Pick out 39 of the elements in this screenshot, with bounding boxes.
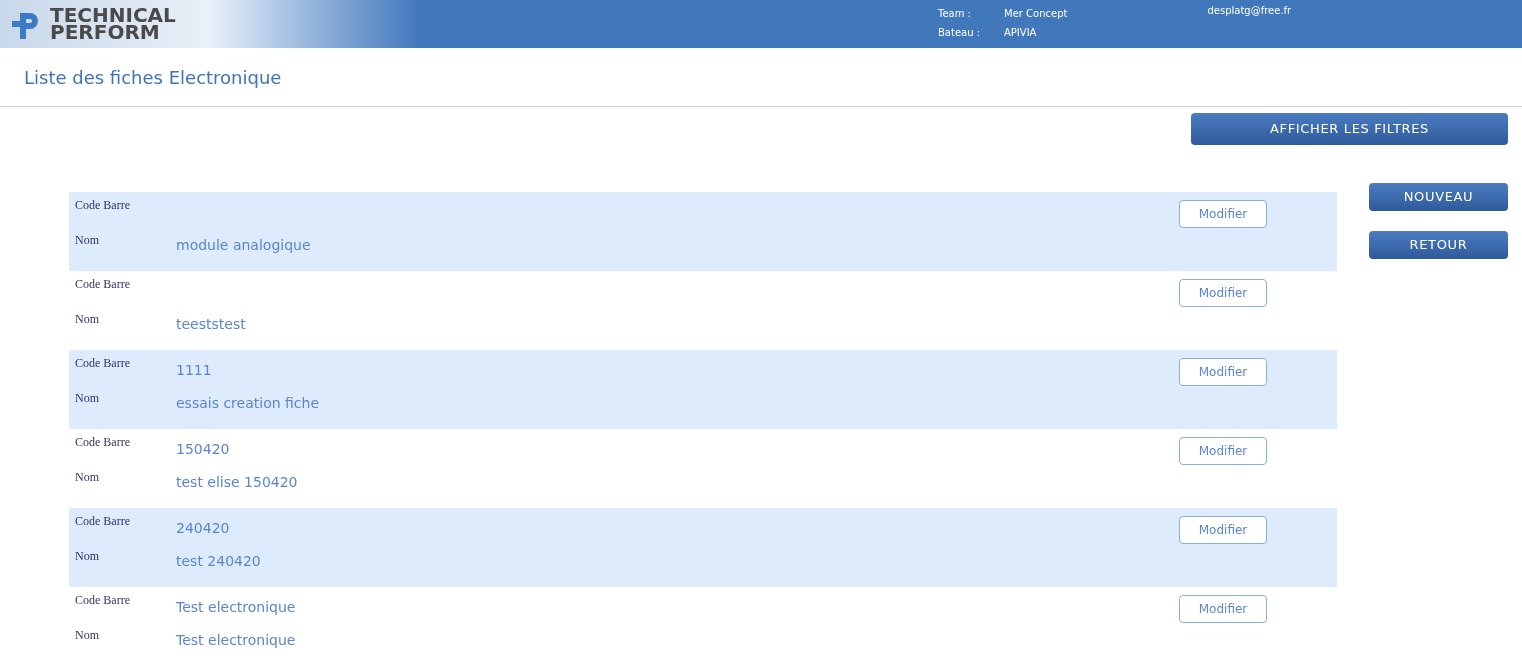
field-label: Nom <box>75 469 100 486</box>
barcode-value: 1111 <box>176 361 213 380</box>
barcode-value: 240420 <box>176 519 231 538</box>
field-label: Nom <box>75 548 100 565</box>
new-button[interactable]: NOUVEAU <box>1369 183 1508 211</box>
field-label: Nom <box>75 232 100 249</box>
name-value: essais creation fiche <box>176 394 321 413</box>
logo-text: PERFORM <box>50 24 160 41</box>
name-value: teeststest <box>176 315 247 334</box>
field-label: Nom <box>75 390 100 407</box>
edit-button[interactable]: Modifier <box>1179 437 1267 465</box>
field-label: Code Barre <box>75 592 131 609</box>
field-label: Code Barre <box>75 276 131 293</box>
show-filters-button[interactable]: AFFICHER LES FILTRES <box>1191 113 1508 145</box>
logo-text: TECHNICAL <box>50 7 176 24</box>
field-label: Nom <box>75 311 100 328</box>
name-value: Test electronique <box>176 631 297 650</box>
barcode-value: Test electronique <box>176 598 297 617</box>
field-label: Code Barre <box>75 355 131 372</box>
edit-button[interactable]: Modifier <box>1179 516 1267 544</box>
page-title: Liste des fiches Electronique <box>24 65 282 90</box>
user-email: desplatg@free.fr <box>1207 4 1292 18</box>
back-button[interactable]: RETOUR <box>1369 231 1508 259</box>
name-value: test elise 150420 <box>176 473 299 492</box>
edit-button[interactable]: Modifier <box>1179 200 1267 228</box>
field-label: Code Barre <box>75 197 131 214</box>
field-label: Nom <box>75 627 100 644</box>
barcode-value: 150420 <box>176 440 231 459</box>
edit-button[interactable]: Modifier <box>1179 358 1267 386</box>
boat-label: Bateau : <box>938 26 982 40</box>
edit-button[interactable]: Modifier <box>1179 595 1267 623</box>
team-label: Team : <box>938 7 972 21</box>
field-label: Code Barre <box>75 434 131 451</box>
team-value: Mer Concept <box>1004 7 1068 21</box>
name-value: test 240420 <box>176 552 262 571</box>
field-label: Code Barre <box>75 513 131 530</box>
edit-button[interactable]: Modifier <box>1179 279 1267 307</box>
name-value: module analogique <box>176 236 312 255</box>
boat-value: APIVIA <box>1004 26 1038 40</box>
